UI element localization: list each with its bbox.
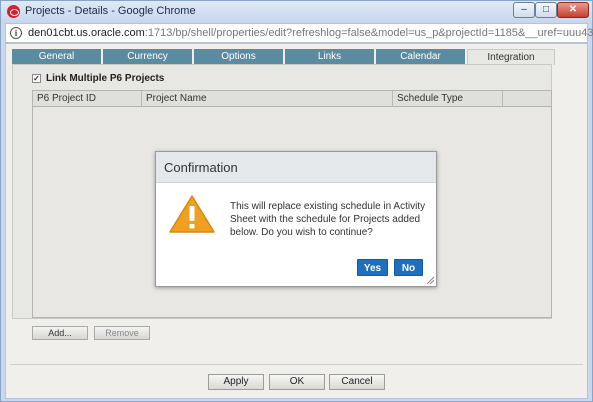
minimize-button[interactable]: – (513, 2, 535, 18)
url-host: den01cbt.us.oracle.com (28, 27, 145, 39)
tab-bar: General Currency Options Links Calendar … (12, 49, 555, 65)
address-bar[interactable]: i den01cbt.us.oracle.com:1713/bp/shell/p… (5, 23, 593, 43)
cancel-button[interactable]: Cancel (329, 374, 385, 390)
title-bar[interactable]: Projects - Details - Google Chrome – □ ✕ (1, 1, 592, 23)
tab-general[interactable]: General (12, 49, 102, 64)
grid-header: P6 Project ID Project Name Schedule Type (33, 91, 551, 107)
dialog-message: This will replace existing schedule in A… (230, 201, 426, 238)
remove-button[interactable]: Remove (94, 326, 150, 340)
column-header-project-name[interactable]: Project Name (142, 91, 393, 107)
tab-calendar[interactable]: Calendar (376, 49, 466, 64)
oracle-logo-icon (7, 5, 20, 18)
maximize-button[interactable]: □ (535, 2, 557, 18)
add-button[interactable]: Add... (32, 326, 88, 340)
column-header-p6-project-id[interactable]: P6 Project ID (33, 91, 142, 107)
apply-button[interactable]: Apply (208, 374, 264, 390)
tab-links[interactable]: Links (285, 49, 375, 64)
tab-integration[interactable]: Integration (467, 49, 555, 65)
dialog-title: Confirmation (164, 160, 238, 175)
url-path: :1713/bp/shell/properties/edit?refreshlo… (144, 27, 593, 39)
no-button[interactable]: No (394, 259, 423, 276)
info-icon[interactable]: i (10, 27, 22, 39)
footer-divider (10, 364, 583, 366)
confirmation-dialog: Confirmation This will replace existing … (155, 151, 437, 287)
column-header-schedule-type[interactable]: Schedule Type (393, 91, 503, 107)
yes-button[interactable]: Yes (357, 259, 388, 276)
ok-button[interactable]: OK (269, 374, 325, 390)
close-button[interactable]: ✕ (557, 2, 589, 18)
link-multiple-label: Link Multiple P6 Projects (46, 73, 165, 84)
tab-options[interactable]: Options (194, 49, 284, 64)
browser-window: Projects - Details - Google Chrome – □ ✕… (0, 0, 593, 402)
window-title: Projects - Details - Google Chrome (25, 5, 196, 17)
link-multiple-checkbox[interactable]: ✓ (32, 74, 41, 83)
resize-grip-icon[interactable] (426, 276, 434, 284)
dialog-header[interactable]: Confirmation (156, 152, 436, 183)
tab-currency[interactable]: Currency (103, 49, 193, 64)
warning-icon (169, 195, 215, 233)
url-text[interactable]: den01cbt.us.oracle.com:1713/bp/shell/pro… (28, 27, 593, 39)
